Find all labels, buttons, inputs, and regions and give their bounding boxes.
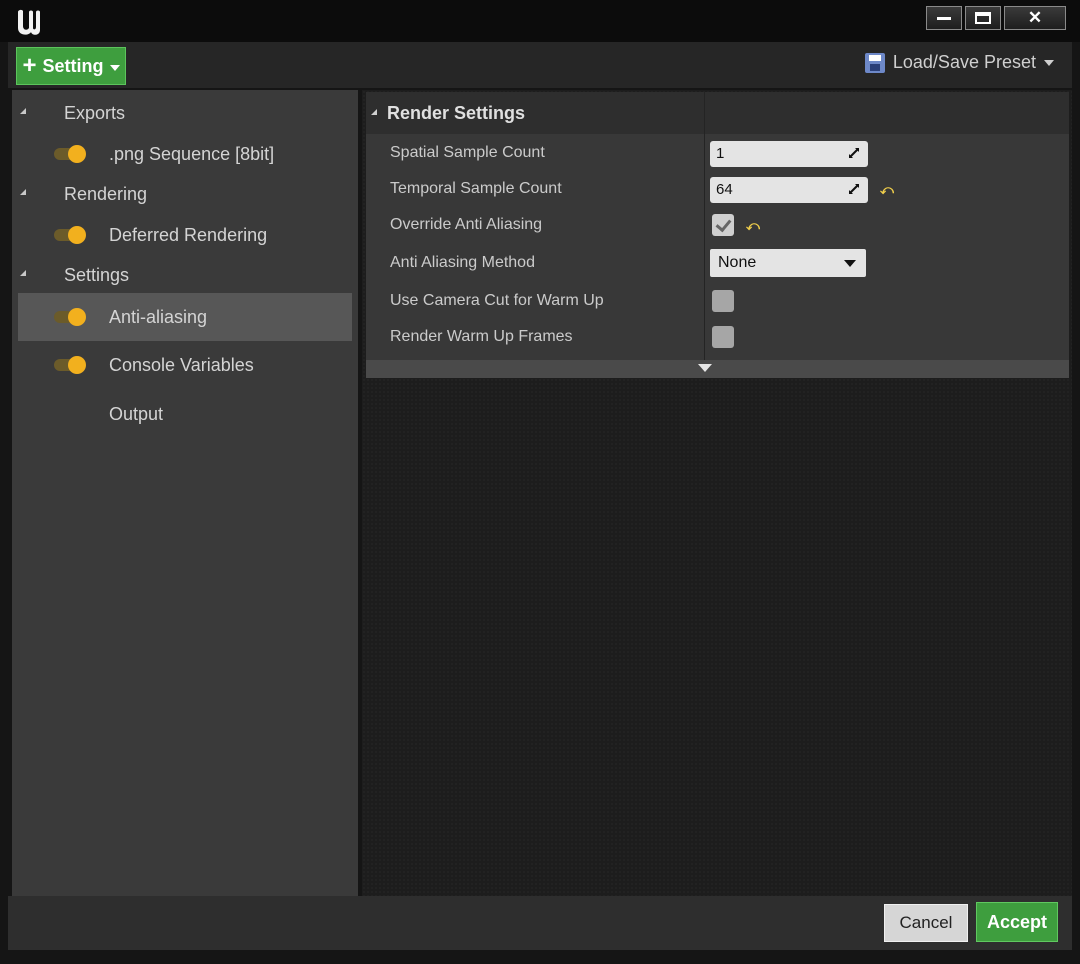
- enable-toggle[interactable]: [54, 226, 88, 244]
- collapse-triangle-icon[interactable]: [20, 270, 26, 276]
- collapse-triangle-icon[interactable]: [371, 109, 377, 115]
- expand-arrows-icon: [849, 148, 859, 158]
- temporal-sample-count-input[interactable]: 64: [710, 177, 868, 203]
- sidebar-group-label: Exports: [64, 103, 126, 123]
- collapse-triangle-icon[interactable]: [20, 108, 26, 114]
- sidebar-item-label: Output: [109, 404, 164, 424]
- preset-label: Load/Save Preset: [892, 52, 1036, 72]
- sidebar-item-label: .png Sequence [8bit]: [109, 144, 275, 164]
- dropdown-value: None: [718, 254, 757, 271]
- accept-button[interactable]: Accept: [976, 902, 1058, 942]
- sidebar-item-label: Anti-aliasing: [109, 307, 208, 327]
- expand-down-icon: [698, 364, 712, 372]
- render-settings-window: ✕ + Setting Load/Save Preset Exports .pn…: [0, 0, 1080, 964]
- field-value: 64: [716, 181, 733, 198]
- spatial-sample-count-input[interactable]: 1: [710, 141, 868, 167]
- use-camera-cut-checkbox[interactable]: [712, 290, 734, 312]
- sidebar-item-console-variables[interactable]: Console Variables: [12, 341, 358, 389]
- property-row: Anti Aliasing Method None: [366, 246, 1069, 282]
- sidebar-item-label: Console Variables: [109, 355, 254, 375]
- cancel-button[interactable]: Cancel: [884, 904, 968, 942]
- maximize-icon[interactable]: [965, 6, 1001, 30]
- section-title: Render Settings: [387, 103, 526, 123]
- chevron-down-icon: [844, 260, 856, 267]
- minimize-icon[interactable]: [926, 6, 962, 30]
- sidebar-item-label: Deferred Rendering: [109, 225, 268, 245]
- sidebar-group-label: Settings: [64, 265, 130, 285]
- override-anti-aliasing-checkbox[interactable]: [712, 214, 734, 236]
- setting-button-label: Setting: [42, 55, 104, 76]
- details-panel: Render Settings Spatial Sample Count 1 T…: [362, 90, 1072, 896]
- plus-icon: +: [22, 52, 37, 79]
- reset-to-default-icon[interactable]: ⤺: [746, 218, 760, 234]
- window-controls: ✕: [926, 6, 1066, 30]
- property-row: Spatial Sample Count 1: [366, 136, 1069, 172]
- settings-sidebar: Exports .png Sequence [8bit] Rendering D…: [12, 90, 358, 896]
- toolbar: + Setting Load/Save Preset: [8, 42, 1072, 88]
- sidebar-group-label: Rendering: [64, 184, 148, 204]
- dialog-footer: Cancel Accept: [8, 896, 1072, 950]
- reset-to-default-icon[interactable]: ⤺: [880, 182, 894, 198]
- load-save-preset-button[interactable]: Load/Save Preset: [864, 52, 1054, 73]
- add-setting-button[interactable]: + Setting: [16, 47, 126, 85]
- collapse-triangle-icon[interactable]: [20, 189, 26, 195]
- property-label: Override Anti Aliasing: [390, 216, 543, 233]
- anti-aliasing-method-dropdown[interactable]: None: [710, 249, 866, 277]
- enable-toggle[interactable]: [54, 356, 88, 374]
- field-value: 1: [716, 145, 725, 162]
- close-icon[interactable]: ✕: [1004, 6, 1066, 30]
- property-row: Override Anti Aliasing ⤺: [366, 208, 1069, 244]
- enable-toggle[interactable]: [54, 308, 88, 326]
- advanced-expander[interactable]: [366, 360, 1069, 378]
- property-label: Anti Aliasing Method: [390, 254, 535, 271]
- property-row: Temporal Sample Count 64 ⤺: [366, 172, 1069, 208]
- unreal-logo-icon: [18, 9, 40, 35]
- property-label: Temporal Sample Count: [390, 180, 562, 197]
- property-label: Use Camera Cut for Warm Up: [390, 292, 604, 309]
- sidebar-item-output[interactable]: Output: [12, 390, 358, 438]
- chevron-down-icon: [109, 64, 120, 71]
- render-warm-up-frames-checkbox[interactable]: [712, 326, 734, 348]
- chevron-down-icon: [1044, 59, 1054, 66]
- section-header[interactable]: Render Settings: [366, 92, 1069, 134]
- render-settings-section: Render Settings Spatial Sample Count 1 T…: [366, 92, 1069, 378]
- property-label: Spatial Sample Count: [390, 144, 545, 161]
- property-row: Use Camera Cut for Warm Up: [366, 284, 1069, 320]
- floppy-disk-icon: [864, 52, 885, 73]
- property-row: Render Warm Up Frames: [366, 320, 1069, 356]
- property-label: Render Warm Up Frames: [390, 328, 573, 345]
- enable-toggle[interactable]: [54, 145, 88, 163]
- expand-arrows-icon: [849, 184, 859, 194]
- title-bar: ✕: [0, 0, 1080, 42]
- sidebar-item-anti-aliasing[interactable]: Anti-aliasing: [18, 293, 352, 341]
